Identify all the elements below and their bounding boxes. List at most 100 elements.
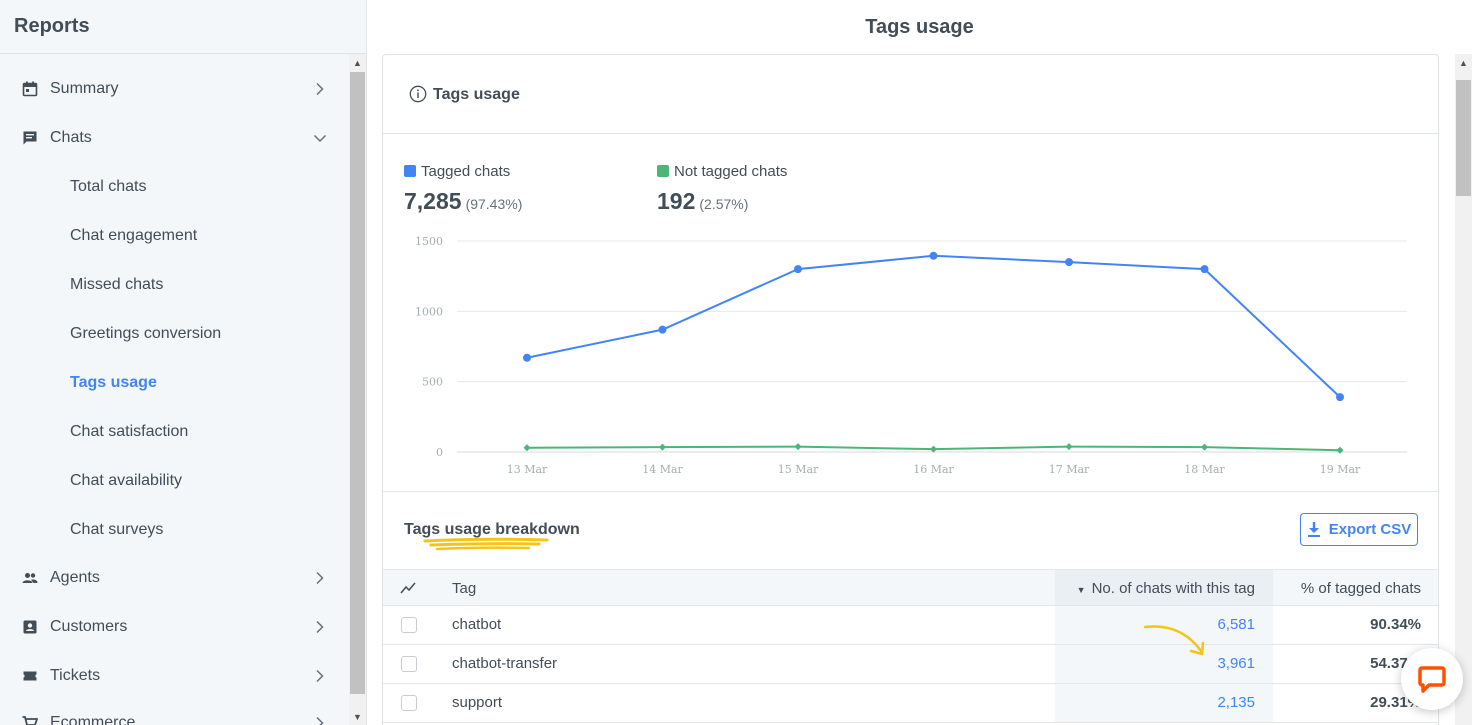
sidebar-subitem-total-chats[interactable]: Total chats <box>0 167 349 207</box>
series-line <box>526 254 1341 398</box>
sidebar-item-chats[interactable]: Chats <box>0 118 349 158</box>
sidebar-subitem-chat-surveys[interactable]: Chat surveys <box>0 510 349 550</box>
kpi-not-tagged: 192 (2.57%) <box>657 188 748 215</box>
kpi-tagged: 7,285 (97.43%) <box>404 188 522 215</box>
contact-card-icon <box>23 620 37 634</box>
column-header-count[interactable]: ▼ No. of chats with this tag <box>1077 580 1255 597</box>
legend-swatch-tagged <box>404 165 416 177</box>
scroll-down-arrow-icon[interactable]: ▼ <box>349 708 366 725</box>
tags-usage-card: Tags usage Tagged chats 7,285 (97.43%) No… <box>382 54 1439 725</box>
x-tick-label: 14 Mar <box>642 463 683 476</box>
data-point <box>523 353 531 362</box>
trend-icon[interactable] <box>400 581 416 595</box>
divider <box>383 491 1438 492</box>
kpi-value: 7,285 <box>404 188 462 214</box>
y-tick-label: 1500 <box>415 235 443 248</box>
data-point <box>794 265 802 274</box>
sidebar-subitem-greetings-conversion[interactable]: Greetings conversion <box>0 314 349 354</box>
table-header: Tag ▼ No. of chats with this tag % of tag… <box>383 569 1438 606</box>
x-tick-label: 16 Mar <box>913 463 954 476</box>
sidebar-item-ecommerce[interactable]: Ecommerce <box>0 703 349 725</box>
chevron-right-icon <box>316 669 324 683</box>
sidebar-item-label: Agents <box>50 569 100 586</box>
y-tick-label: 500 <box>422 376 443 389</box>
export-csv-button[interactable]: Export CSV <box>1300 513 1418 546</box>
column-header-count-label: No. of chats with this tag <box>1091 580 1255 597</box>
chat-widget-button[interactable] <box>1401 648 1463 710</box>
chevron-right-icon <box>316 82 324 96</box>
sidebar-item-label: Chats <box>50 129 92 146</box>
row-checkbox[interactable] <box>401 656 417 672</box>
y-tick-label: 1000 <box>415 305 443 318</box>
tag-name: support <box>452 694 503 711</box>
sidebar-item-label: Ecommerce <box>50 714 136 725</box>
scroll-up-arrow-icon[interactable]: ▲ <box>1455 54 1472 71</box>
x-tick-label: 19 Mar <box>1320 463 1361 476</box>
chevron-down-icon <box>313 134 327 143</box>
tags-usage-line-chart: 0 500 1000 1500 13 Mar 14 Mar 15 Mar 16 Mar 17 M… <box>415 235 1407 476</box>
download-icon <box>1307 522 1320 537</box>
sidebar: Reports Summary Chats Total chats Chat e… <box>0 0 367 725</box>
sidebar-nav: Summary Chats Total chats Chat engagemen… <box>0 54 349 725</box>
sidebar-scrollbar[interactable]: ▲ ▼ <box>349 54 366 725</box>
cart-icon <box>22 716 38 725</box>
sidebar-item-customers[interactable]: Customers <box>0 607 349 647</box>
kpi-percent: (97.43%) <box>465 196 523 212</box>
scroll-up-arrow-icon[interactable]: ▲ <box>349 54 366 71</box>
y-tick-label: 0 <box>436 446 443 459</box>
table-row: chatbot-transfer 3,961 54.37% <box>383 645 1438 684</box>
info-icon[interactable] <box>409 85 427 103</box>
tag-count-link[interactable]: 3,961 <box>1217 655 1255 672</box>
column-header-percent[interactable]: % of tagged chats <box>1301 580 1421 597</box>
ticket-icon <box>23 671 37 681</box>
data-point <box>659 443 666 451</box>
legend-tagged: Tagged chats <box>404 163 510 180</box>
annotation-arrow <box>1143 625 1205 656</box>
app: Reports Summary Chats Total chats Chat e… <box>0 0 1472 725</box>
data-point <box>523 444 531 452</box>
tag-name: chatbot <box>452 616 502 633</box>
data-point <box>658 325 667 334</box>
sidebar-title: Reports <box>0 0 366 54</box>
data-point <box>929 251 938 260</box>
sidebar-subitem-tags-usage[interactable]: Tags usage <box>0 363 349 403</box>
x-tick-label: 15 Mar <box>778 463 819 476</box>
chat-bubble-icon <box>1418 666 1446 693</box>
chevron-right-icon <box>316 571 324 585</box>
table-row: support 2,135 29.31% <box>383 684 1438 723</box>
card-title: Tags usage <box>433 86 520 103</box>
x-tick-label: 17 Mar <box>1049 463 1090 476</box>
card-header: Tags usage <box>383 55 1438 134</box>
people-icon <box>22 573 38 583</box>
sidebar-subitem-chat-availability[interactable]: Chat availability <box>0 461 349 501</box>
x-tick-label: 18 Mar <box>1184 463 1225 476</box>
page-title: Tags usage <box>865 15 974 38</box>
row-checkbox[interactable] <box>401 695 417 711</box>
data-point <box>1336 446 1344 454</box>
legend-label: Not tagged chats <box>674 163 788 180</box>
sidebar-subitem-chat-engagement[interactable]: Chat engagement <box>0 216 349 256</box>
data-point <box>1200 265 1209 274</box>
main-scrollbar-thumb[interactable] <box>1456 80 1471 196</box>
chat-icon <box>23 131 37 145</box>
chevron-right-icon <box>316 620 324 634</box>
export-csv-label: Export CSV <box>1328 521 1412 538</box>
tag-count-link[interactable]: 2,135 <box>1217 694 1255 711</box>
tag-percent: 90.34% <box>1370 616 1421 633</box>
row-checkbox[interactable] <box>401 617 417 633</box>
sidebar-item-label: Tickets <box>50 667 101 684</box>
sidebar-item-summary[interactable]: Summary <box>0 69 349 109</box>
sidebar-item-agents[interactable]: Agents <box>0 558 349 598</box>
main-scrollbar[interactable]: ▲ <box>1455 54 1472 725</box>
data-point <box>1336 393 1344 402</box>
sidebar-item-tickets[interactable]: Tickets <box>0 656 349 696</box>
sidebar-subitem-missed-chats[interactable]: Missed chats <box>0 265 349 305</box>
kpi-percent: (2.57%) <box>699 196 749 212</box>
sidebar-scrollbar-thumb[interactable] <box>350 72 365 694</box>
legend-label: Tagged chats <box>421 163 511 180</box>
tag-count-link[interactable]: 6,581 <box>1217 616 1255 633</box>
tag-name: chatbot-transfer <box>452 655 558 672</box>
sidebar-subitem-chat-satisfaction[interactable]: Chat satisfaction <box>0 412 349 452</box>
column-header-tag[interactable]: Tag <box>452 580 476 597</box>
chevron-right-icon <box>316 716 324 725</box>
